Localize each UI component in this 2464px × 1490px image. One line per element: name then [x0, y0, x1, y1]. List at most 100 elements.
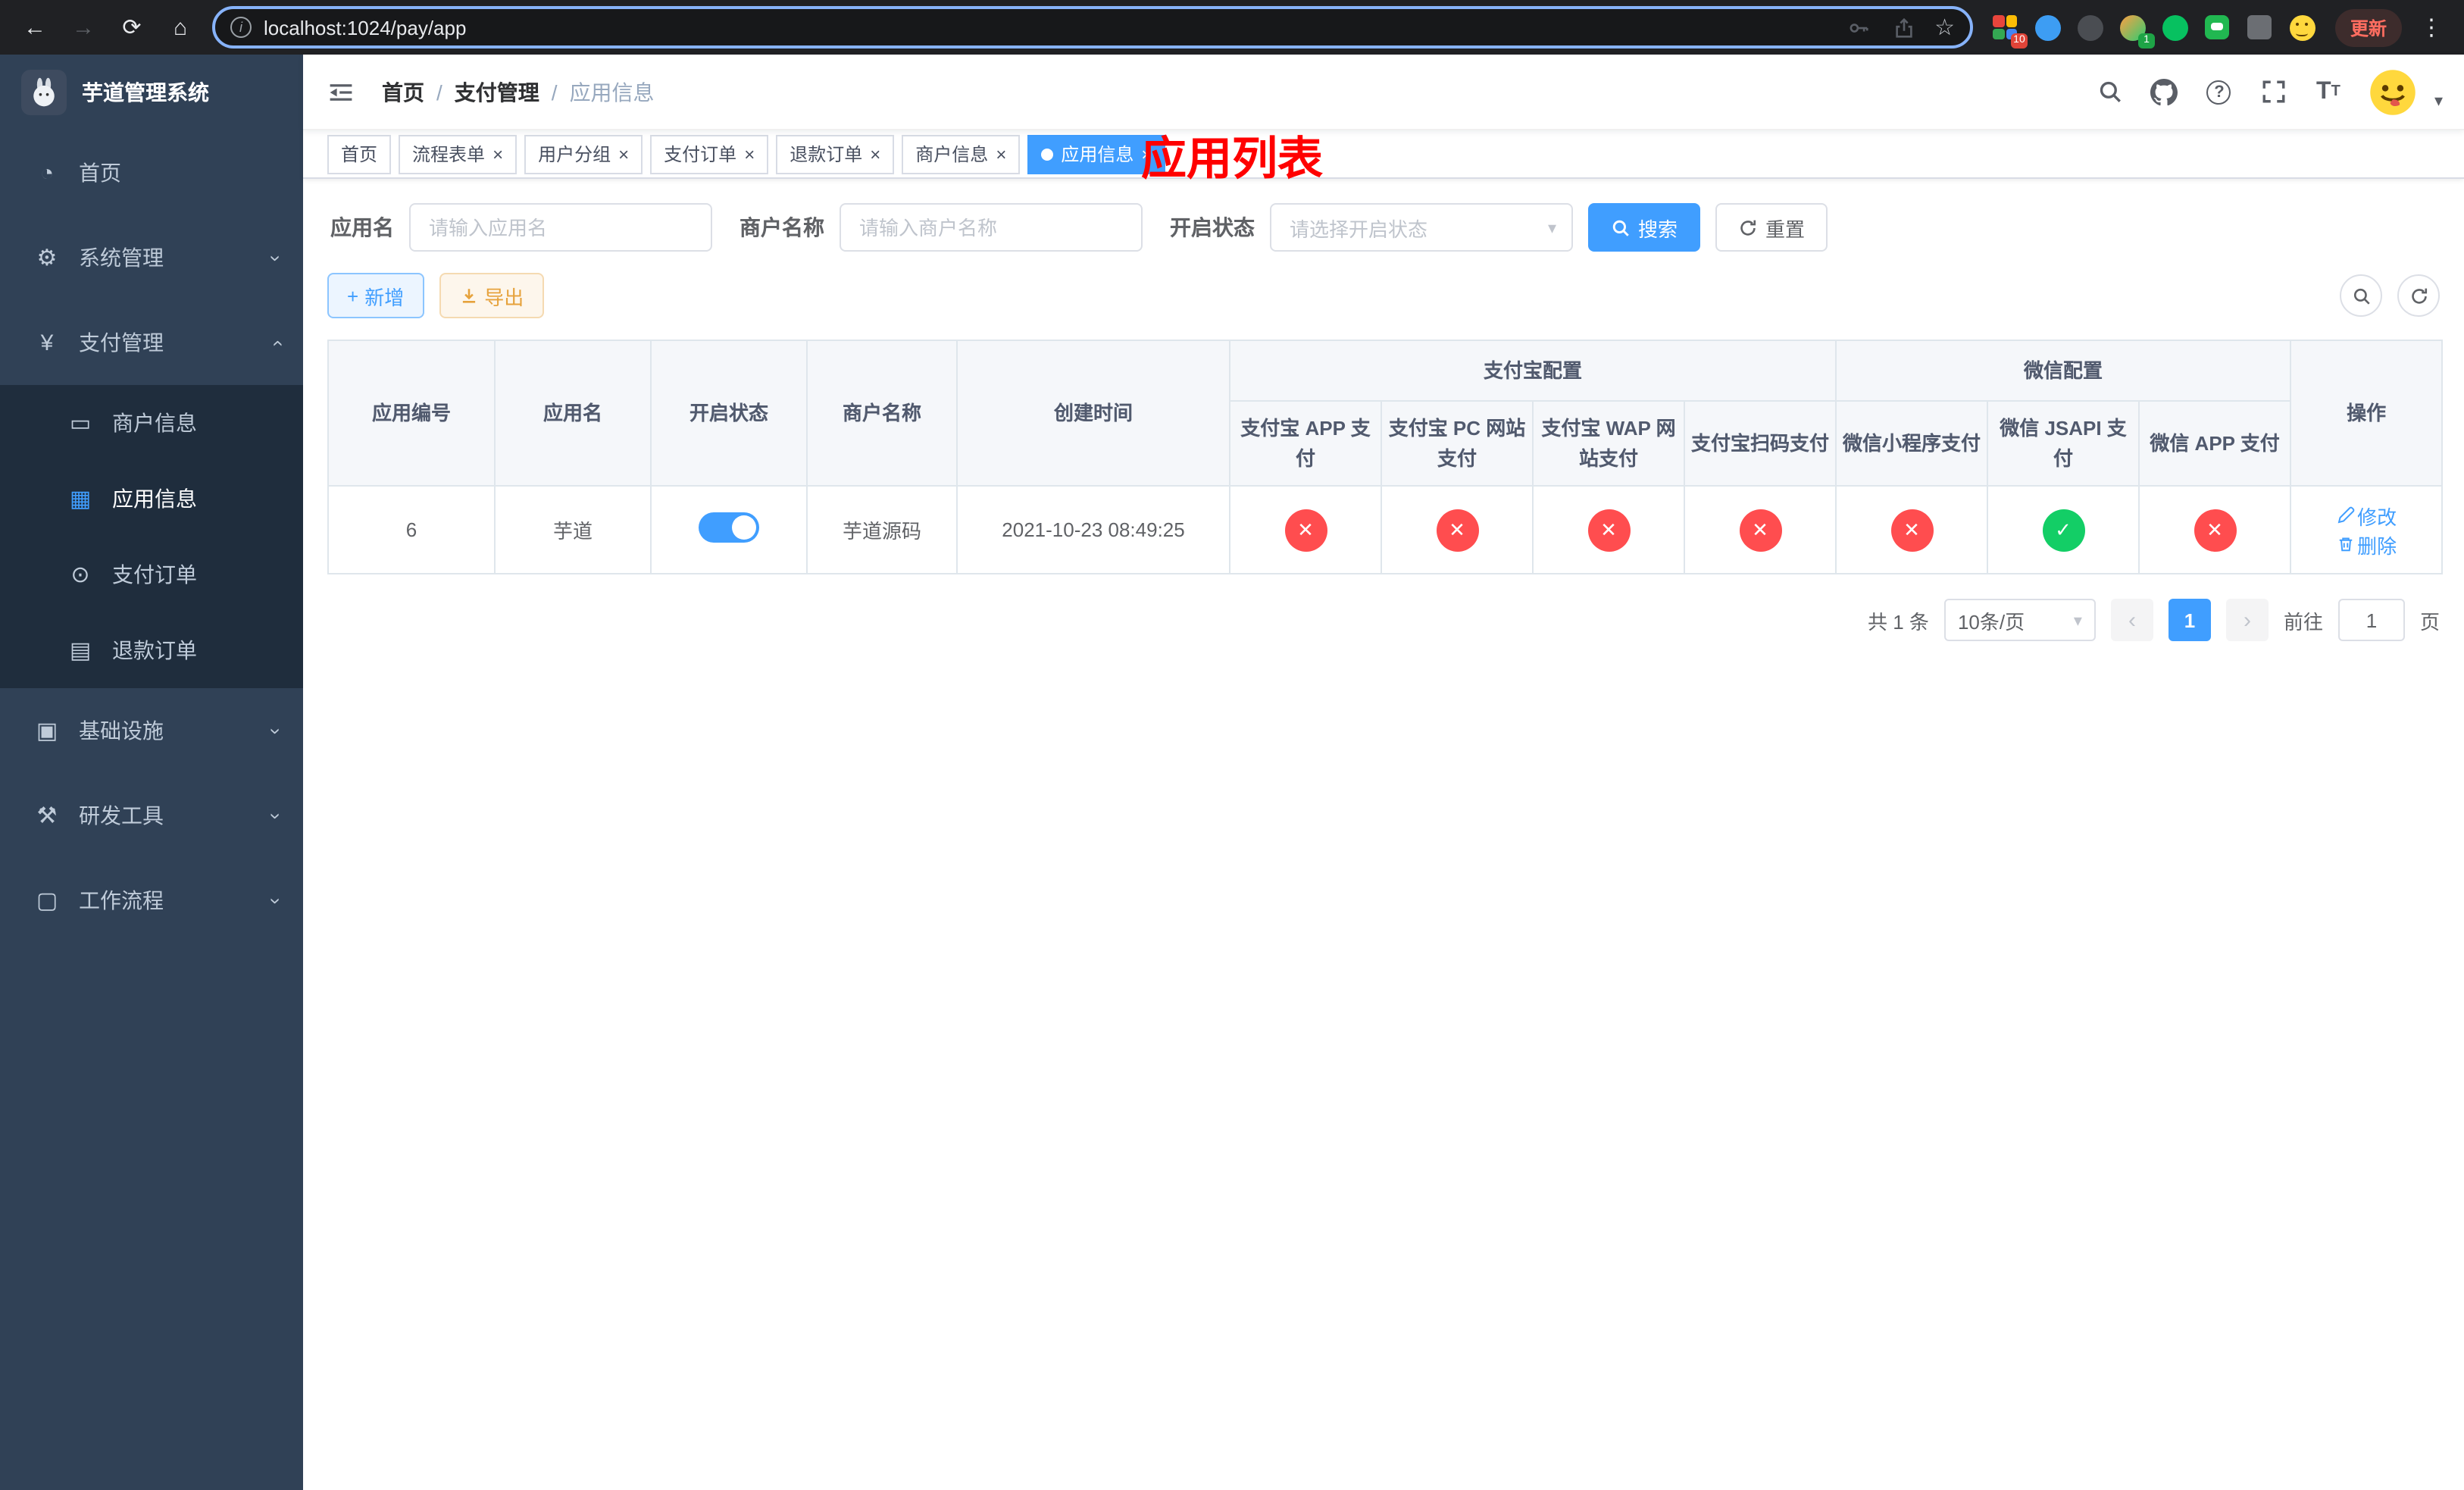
sidebar-item-refund-order[interactable]: ▤ 退款订单 — [0, 612, 303, 688]
col-header-wechat-lite: 微信小程序支付 — [1835, 400, 1989, 487]
help-icon[interactable]: ? — [2204, 77, 2234, 107]
sidebar-item-merchant-info[interactable]: ▭ 商户信息 — [0, 385, 303, 461]
extension-icon-7[interactable] — [2246, 13, 2275, 42]
close-icon[interactable]: × — [996, 145, 1006, 163]
page-number-button[interactable]: 1 — [2168, 599, 2211, 641]
extension-icon-8[interactable] — [2288, 13, 2317, 42]
prev-page-button[interactable]: ‹ — [2110, 599, 2153, 641]
home-icon[interactable]: ⌂ — [161, 8, 200, 47]
status-circle-icon: ✓ — [2042, 509, 2085, 551]
sidebar-item-label: 首页 — [79, 161, 121, 185]
github-icon[interactable] — [2150, 77, 2180, 107]
order-icon: ⊙ — [70, 562, 90, 588]
address-bar[interactable]: i localhost:1024/pay/app ☆ — [212, 6, 1973, 49]
edit-link[interactable]: 修改 — [2336, 501, 2397, 530]
cell-alipay-pc: ✕ — [1381, 485, 1534, 574]
sidebar-item-home[interactable]: ◔ 首页 — [0, 130, 303, 215]
toggle-search-button[interactable] — [2340, 274, 2382, 317]
reload-icon[interactable]: ⟳ — [112, 8, 152, 47]
sidebar-item-workflow[interactable]: ▢ 工作流程 › — [0, 858, 303, 943]
delete-link[interactable]: 删除 — [2336, 530, 2397, 559]
sidebar-fold-icon[interactable] — [324, 75, 358, 108]
status-toggle[interactable] — [699, 512, 759, 543]
delete-link-label: 删除 — [2357, 534, 2397, 557]
status-label: 开启状态 — [1170, 215, 1255, 239]
sidebar-item-label: 基础设施 — [79, 718, 164, 743]
back-icon[interactable]: ← — [15, 8, 55, 47]
page-content: 应用名 商户名称 开启状态 请选择开启状态 ▾ 搜索 重置 — [303, 179, 2464, 1490]
key-icon[interactable] — [1843, 12, 1874, 42]
forward-icon[interactable]: → — [64, 8, 103, 47]
avatar-caret-icon[interactable]: ▾ — [2434, 91, 2443, 111]
page-unit-label: 页 — [2419, 610, 2440, 633]
sidebar-item-payment[interactable]: ¥ 支付管理 › — [0, 300, 303, 385]
question-mark-icon: ? — [2206, 80, 2231, 104]
sidebar-item-system[interactable]: ⚙ 系统管理 › — [0, 215, 303, 300]
tab-refund-order[interactable]: 退款订单 × — [776, 134, 895, 174]
bookmark-star-icon[interactable]: ☆ — [1934, 14, 1955, 41]
search-icon[interactable] — [2095, 77, 2125, 107]
sidebar-item-devtools[interactable]: ⚒ 研发工具 › — [0, 773, 303, 858]
tab-payment-order[interactable]: 支付订单 × — [650, 134, 769, 174]
close-icon[interactable]: × — [744, 145, 755, 163]
sidebar-item-payment-order[interactable]: ⊙ 支付订单 — [0, 537, 303, 612]
col-group-wechat: 微信配置 — [1835, 340, 2292, 402]
tab-home[interactable]: 首页 — [327, 134, 392, 174]
site-info-icon[interactable]: i — [230, 17, 252, 38]
merchant-name-input[interactable] — [840, 203, 1143, 252]
search-button[interactable]: 搜索 — [1588, 203, 1701, 252]
tab-label: 应用信息 — [1061, 144, 1134, 165]
extension-icon-3[interactable] — [2076, 13, 2105, 42]
browser-update-button[interactable]: 更新 — [2334, 8, 2402, 46]
extension-icon-2[interactable] — [2034, 13, 2062, 42]
sidebar-item-app-info[interactable]: ▦ 应用信息 — [0, 461, 303, 537]
page-size-select[interactable]: 10条/页 ▾ — [1943, 599, 2096, 641]
breadcrumb: 首页 / 支付管理 / 应用信息 — [382, 77, 655, 107]
close-icon[interactable]: × — [492, 145, 503, 163]
close-icon[interactable]: × — [870, 145, 880, 163]
green-chat-icon — [2205, 15, 2230, 39]
search-form: 应用名 商户名称 开启状态 请选择开启状态 ▾ 搜索 重置 — [327, 203, 2440, 252]
close-icon[interactable]: × — [618, 145, 629, 163]
chevron-down-icon: › — [264, 812, 287, 819]
breadcrumb-home[interactable]: 首页 — [382, 77, 424, 107]
font-size-small-t: T — [2331, 83, 2340, 99]
breadcrumb-separator: / — [436, 80, 442, 104]
status-select[interactable]: 请选择开启状态 ▾ — [1270, 203, 1573, 252]
goto-page-input[interactable] — [2337, 599, 2405, 641]
tab-user-group[interactable]: 用户分组 × — [524, 134, 643, 174]
breadcrumb-separator: / — [551, 80, 558, 104]
col-header-action: 操作 — [2290, 340, 2444, 487]
tab-merchant-info[interactable]: 商户信息 × — [902, 134, 1021, 174]
tab-app-info[interactable]: 应用信息 × — [1027, 134, 1166, 174]
add-button[interactable]: + 新增 — [327, 273, 424, 318]
export-button[interactable]: 导出 — [439, 273, 544, 318]
share-icon[interactable] — [1889, 12, 1919, 42]
refresh-button[interactable] — [2397, 274, 2440, 317]
search-button-label: 搜索 — [1638, 218, 1678, 240]
app-name-input[interactable] — [409, 203, 712, 252]
chevron-down-icon: › — [264, 897, 287, 904]
sidebar-item-infrastructure[interactable]: ▣ 基础设施 › — [0, 688, 303, 773]
close-icon[interactable]: × — [1141, 145, 1152, 163]
extension-badge: 10 — [2010, 33, 2028, 48]
next-page-button[interactable]: › — [2225, 599, 2269, 641]
page-size-value: 10条/页 — [1957, 610, 2025, 633]
avatar[interactable] — [2367, 66, 2419, 117]
browser-menu-icon[interactable]: ⋮ — [2414, 14, 2449, 41]
font-size-icon[interactable]: TT — [2313, 77, 2344, 107]
fullscreen-icon[interactable] — [2259, 77, 2289, 107]
extension-icon-6[interactable] — [2203, 13, 2232, 42]
breadcrumb-payment[interactable]: 支付管理 — [455, 77, 539, 107]
font-size-large-t: T — [2316, 78, 2331, 104]
cell-alipay-qr: ✕ — [1683, 485, 1837, 574]
logo-area[interactable]: 芋道管理系统 — [0, 55, 303, 130]
toggle-knob — [732, 515, 756, 540]
reset-button[interactable]: 重置 — [1715, 203, 1828, 252]
extension-icon-5[interactable] — [2161, 13, 2190, 42]
extension-icon-4[interactable]: 1 — [2118, 13, 2155, 48]
url-text: localhost:1024/pay/app — [264, 16, 467, 39]
extension-icon-1[interactable]: 10 — [1991, 13, 2028, 48]
active-dot — [1041, 148, 1054, 160]
tab-process-form[interactable]: 流程表单 × — [399, 134, 518, 174]
